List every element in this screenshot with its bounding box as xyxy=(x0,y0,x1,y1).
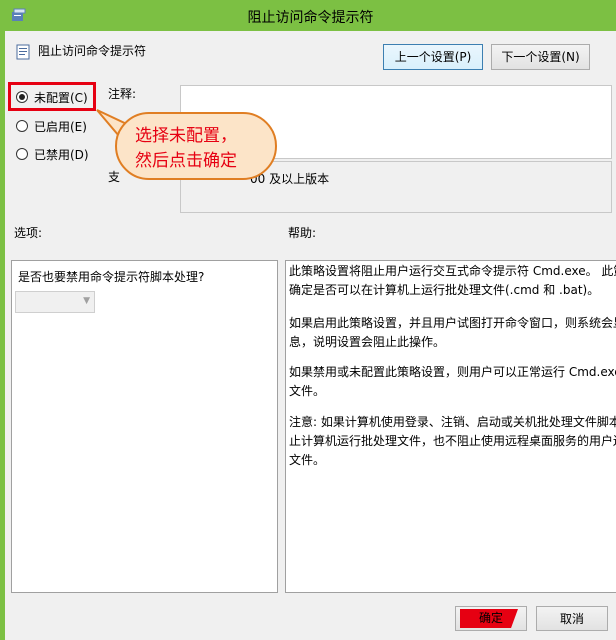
callout-line-2: 然后点击确定 xyxy=(135,151,237,171)
help-paragraph: 此策略设置将阻止用户运行交互式命令提示符 Cmd.exe。 此策 确定是否可以在… xyxy=(289,262,616,300)
radio-label-enabled: 已启用(E) xyxy=(34,119,87,134)
help-line: 文件。 xyxy=(289,384,326,398)
help-label: 帮助: xyxy=(288,226,317,240)
window-title: 阻止访问命令提示符 xyxy=(247,10,374,26)
radio-label-disabled: 已禁用(D) xyxy=(34,147,89,162)
title-bar[interactable]: 阻止访问命令提示符 xyxy=(5,0,616,31)
policy-name: 阻止访问命令提示符 xyxy=(38,44,147,58)
help-line: 文件。 xyxy=(289,453,326,467)
comment-label: 注释: xyxy=(108,87,137,101)
option-question: 是否也要禁用命令提示符脚本处理? xyxy=(18,270,205,284)
radio-disabled[interactable]: 已禁用(D) xyxy=(16,145,89,163)
help-line: 注意: 如果计算机使用登录、注销、启动或关机批处理文件脚本 xyxy=(289,415,616,429)
help-line: 此策略设置将阻止用户运行交互式命令提示符 Cmd.exe。 此策 xyxy=(289,264,616,278)
annotation-callout-text: 选择未配置， 然后点击确定 xyxy=(135,124,237,174)
radio-unselected-icon[interactable] xyxy=(16,120,28,132)
help-paragraph: 如果禁用或未配置此策略设置，则用户可以正常运行 Cmd.exe 文件。 xyxy=(289,363,616,401)
radio-enabled[interactable]: 已启用(E) xyxy=(16,117,87,135)
help-paragraph: 注意: 如果计算机使用登录、注销、启动或关机批处理文件脚本 止计算机运行批处理文… xyxy=(289,413,616,470)
ok-button-label: 确定 xyxy=(478,611,503,625)
callout-line-1: 选择未配置， xyxy=(135,126,237,146)
help-line: 确定是否可以在计算机上运行批处理文件(.cmd 和 .bat)。 xyxy=(289,283,600,297)
chevron-down-icon: ▼ xyxy=(83,296,90,306)
help-line: 如果启用此策略设置，并且用户试图打开命令窗口，则系统会显 xyxy=(289,316,616,330)
help-line: 止计算机运行批处理文件，也不阻止使用远程桌面服务的用户还 xyxy=(289,434,616,448)
help-line: 如果禁用或未配置此策略设置，则用户可以正常运行 Cmd.exe xyxy=(289,365,616,379)
options-label: 选项: xyxy=(14,226,43,240)
help-line: 息，说明设置会阻止此操作。 xyxy=(289,335,446,349)
next-setting-button[interactable]: 下一个设置(N) xyxy=(491,44,590,70)
radio-unselected-icon[interactable] xyxy=(16,148,28,160)
previous-setting-button[interactable]: 上一个设置(P) xyxy=(383,44,483,70)
help-paragraph: 如果启用此策略设置，并且用户试图打开命令窗口，则系统会显 息，说明设置会阻止此操… xyxy=(289,314,616,352)
cancel-button[interactable]: 取消 xyxy=(536,606,608,631)
annotation-highlight-box xyxy=(8,82,96,111)
script-processing-select[interactable]: ▼ xyxy=(15,291,95,313)
supported-on-label: 支 xyxy=(108,170,121,184)
policy-setting-icon xyxy=(16,44,30,60)
